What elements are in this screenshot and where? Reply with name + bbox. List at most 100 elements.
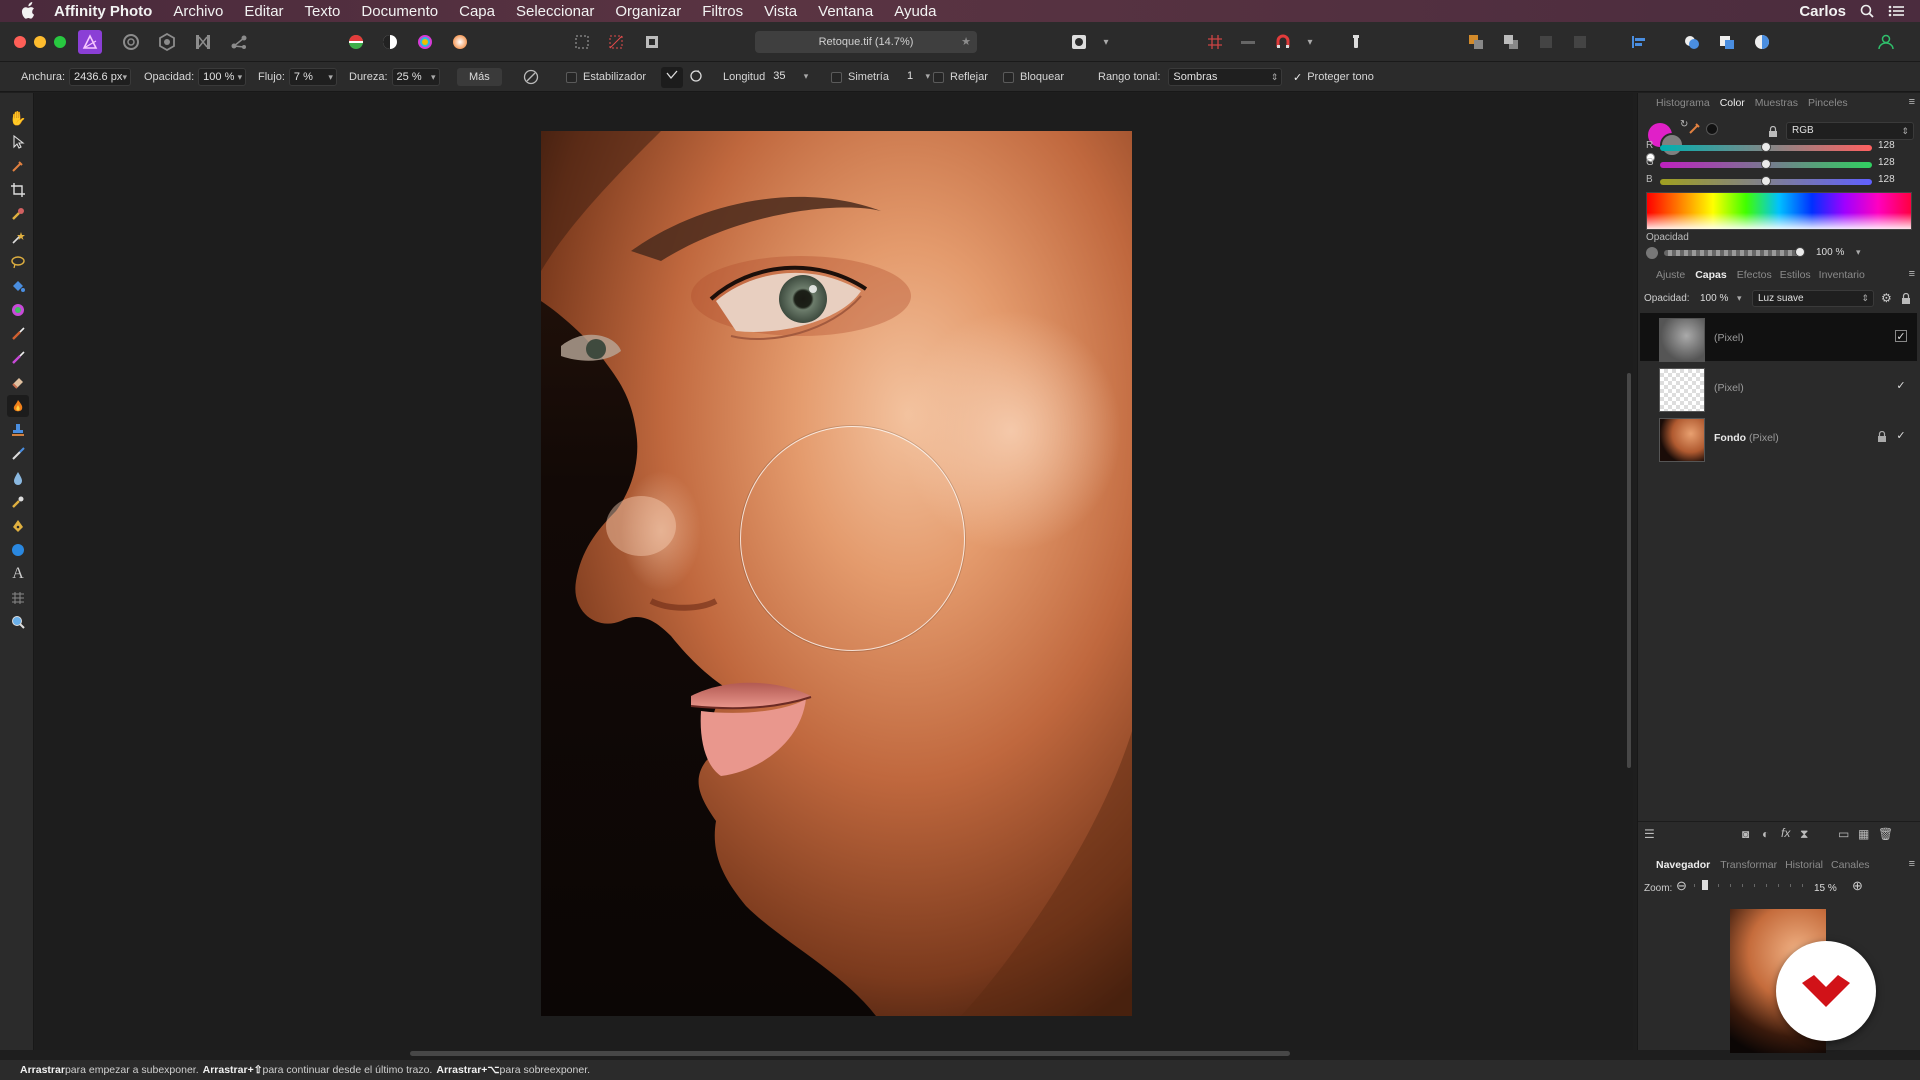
- healing-brush-tool-icon[interactable]: [7, 443, 29, 465]
- channel-b-slider[interactable]: [1660, 176, 1872, 186]
- burn-tool-icon[interactable]: [7, 395, 29, 417]
- channel-r-knob[interactable]: [1761, 142, 1771, 152]
- clone-brush-tool-icon[interactable]: [7, 419, 29, 441]
- menu-seleccionar[interactable]: Seleccionar: [516, 3, 594, 20]
- color-picker-tool-icon[interactable]: [7, 155, 29, 177]
- menu-documento[interactable]: Documento: [361, 3, 438, 20]
- dropdown-arrow-icon[interactable]: ▾: [1737, 293, 1742, 304]
- rope-mode-icon[interactable]: [661, 66, 683, 88]
- eyedropper-icon[interactable]: [1688, 121, 1702, 140]
- add-pixel-layer-icon[interactable]: ▦: [1858, 827, 1869, 841]
- invert-selection-icon[interactable]: [640, 30, 664, 54]
- zoom-in-icon[interactable]: ⊕: [1852, 878, 1863, 894]
- delete-layer-icon[interactable]: 🗑: [1878, 827, 1893, 841]
- opacity-field[interactable]: 100 %: [198, 68, 247, 86]
- width-field[interactable]: 2436.6 px: [69, 68, 132, 86]
- menu-archivo[interactable]: Archivo: [173, 3, 223, 20]
- layer-lock-icon[interactable]: [1877, 430, 1887, 448]
- menu-vista[interactable]: Vista: [764, 3, 797, 20]
- color-mode-select[interactable]: RGB ⇕: [1786, 122, 1914, 140]
- auto-colors-icon[interactable]: [413, 30, 437, 54]
- export-persona-icon[interactable]: [227, 30, 251, 54]
- tab-pinceles[interactable]: Pinceles: [1808, 97, 1848, 109]
- text-tool-icon[interactable]: A: [7, 563, 29, 585]
- assistant-icon[interactable]: [1344, 30, 1368, 54]
- layer-visibility-checkbox[interactable]: ✓: [1895, 430, 1907, 442]
- arrange-bottom-icon[interactable]: [1568, 30, 1592, 54]
- snapping-dropdown-icon[interactable]: ▾: [1298, 30, 1322, 54]
- pressure-icon[interactable]: [522, 68, 540, 86]
- tab-navegador[interactable]: Navegador: [1656, 859, 1710, 871]
- arrange-forward-icon[interactable]: [1464, 30, 1488, 54]
- tone-mapping-persona-icon[interactable]: [191, 30, 215, 54]
- menu-filtros[interactable]: Filtros: [702, 3, 743, 20]
- apple-logo-icon[interactable]: [18, 2, 38, 20]
- tab-muestras[interactable]: Muestras: [1755, 97, 1798, 109]
- hardness-field[interactable]: 25 %: [391, 68, 440, 86]
- crop-tool-icon[interactable]: [7, 179, 29, 201]
- channel-g-slider[interactable]: [1660, 159, 1872, 169]
- boolean-subtract-icon[interactable]: [1715, 30, 1739, 54]
- boolean-intersect-icon[interactable]: [1750, 30, 1774, 54]
- dropdown-arrow-icon[interactable]: ▾: [1856, 247, 1861, 258]
- document-tab[interactable]: Retoque.tif (14.7%) ★: [755, 31, 977, 53]
- minimize-window-button[interactable]: [34, 36, 46, 48]
- layer-settings-gear-icon[interactable]: ⚙: [1881, 291, 1892, 305]
- layer-opacity-field[interactable]: 100 %: [1696, 291, 1736, 307]
- smudge-brush-tool-icon[interactable]: [7, 491, 29, 513]
- menu-editar[interactable]: Editar: [244, 3, 283, 20]
- lock-checkbox[interactable]: [1003, 71, 1014, 83]
- menu-texto[interactable]: Texto: [305, 3, 341, 20]
- panel-menu-icon[interactable]: ≡: [1909, 96, 1915, 108]
- channel-g-knob[interactable]: [1761, 159, 1771, 169]
- photo-persona-icon[interactable]: [78, 30, 102, 54]
- mirror-checkbox[interactable]: [933, 71, 944, 83]
- liquify-persona-icon[interactable]: [119, 30, 143, 54]
- layer-row-fondo[interactable]: Fondo (Pixel) ✓: [1640, 413, 1917, 462]
- canvas-area[interactable]: [35, 93, 1633, 1056]
- blur-brush-tool-icon[interactable]: [7, 467, 29, 489]
- gradient-tool-icon[interactable]: [7, 299, 29, 321]
- mesh-warp-tool-icon[interactable]: [7, 587, 29, 609]
- user-name[interactable]: Carlos: [1799, 3, 1846, 20]
- paint-brush-tool-icon[interactable]: [7, 323, 29, 345]
- panel-menu-icon[interactable]: ≡: [1909, 858, 1915, 870]
- tab-canales[interactable]: Canales: [1831, 859, 1870, 871]
- tab-estilos[interactable]: Estilos: [1780, 269, 1811, 281]
- more-button[interactable]: Más: [457, 68, 502, 86]
- zoom-out-icon[interactable]: ⊖: [1676, 878, 1687, 894]
- channel-r-slider[interactable]: [1660, 142, 1872, 152]
- color-spectrum[interactable]: [1646, 192, 1912, 230]
- lock-color-icon[interactable]: [1768, 125, 1778, 143]
- spotlight-search-icon[interactable]: [1860, 4, 1874, 18]
- close-window-button[interactable]: [14, 36, 26, 48]
- tab-historial[interactable]: Historial: [1785, 859, 1823, 871]
- view-hand-tool-icon[interactable]: ✋: [7, 107, 29, 129]
- erase-brush-tool-icon[interactable]: [7, 371, 29, 393]
- menu-app-name[interactable]: Affinity Photo: [54, 3, 152, 20]
- protect-tone-check-icon[interactable]: ✓: [1293, 71, 1302, 84]
- add-live-filter-icon[interactable]: fx: [1781, 826, 1790, 840]
- tab-capas[interactable]: Capas: [1695, 269, 1727, 281]
- add-mask-icon[interactable]: ◙: [1742, 827, 1749, 841]
- arrange-back-icon[interactable]: [1499, 30, 1523, 54]
- channel-b-knob[interactable]: [1761, 176, 1771, 186]
- flood-fill-tool-icon[interactable]: [7, 275, 29, 297]
- notification-list-icon[interactable]: [1888, 4, 1904, 18]
- zoom-value[interactable]: 15 %: [1814, 883, 1837, 894]
- tab-ajuste[interactable]: Ajuste: [1656, 269, 1685, 281]
- menu-ayuda[interactable]: Ayuda: [894, 3, 936, 20]
- snapping-grid-icon[interactable]: [1203, 30, 1227, 54]
- zoom-slider-knob[interactable]: [1702, 880, 1708, 890]
- snapping-magnet-icon[interactable]: [1271, 30, 1295, 54]
- develop-persona-icon[interactable]: [155, 30, 179, 54]
- stabilizer-checkbox[interactable]: [566, 71, 577, 83]
- tab-inventario[interactable]: Inventario: [1819, 269, 1865, 281]
- channel-b-value[interactable]: 128: [1878, 174, 1895, 185]
- account-user-icon[interactable]: [1874, 30, 1898, 54]
- tonal-range-select[interactable]: Sombras ⇕: [1168, 68, 1283, 86]
- marquee-select-icon[interactable]: [570, 30, 594, 54]
- snapping-options-icon[interactable]: [1236, 30, 1260, 54]
- color-opacity-value[interactable]: 100 %: [1816, 247, 1844, 258]
- quick-mask-dropdown-icon[interactable]: ▾: [1094, 30, 1118, 54]
